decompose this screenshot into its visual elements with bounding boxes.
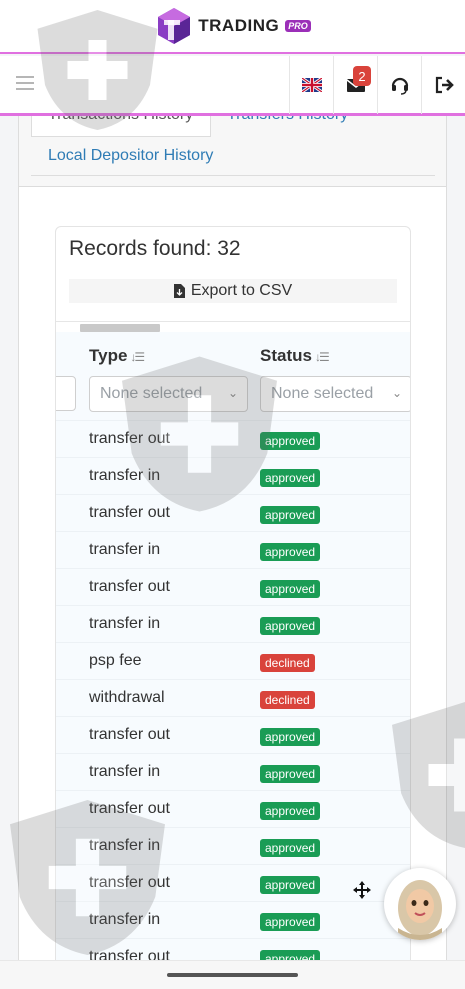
logout-icon [435,76,454,94]
headset-icon [391,77,408,95]
move-arrows-icon[interactable] [352,880,372,900]
history-panel: Transactions History Transfers History L… [18,100,447,971]
row-type: transfer out [89,504,170,521]
message-count-badge: 2 [353,66,371,86]
status-badge: approved [260,839,321,857]
sort-icon: ↓☰ [314,350,330,364]
system-navigation-bar [0,960,465,989]
brand-pro-badge: PRO [285,20,311,32]
row-type: transfer out [89,430,170,447]
row-type: transfer out [89,726,170,743]
row-type: psp fee [89,652,142,669]
horizontal-scrollbar[interactable] [80,324,160,332]
assistant-avatar-icon [398,880,442,940]
table-row[interactable]: transfer in approved [56,827,410,864]
status-filter-select[interactable]: None selected ⌄ [260,376,410,412]
row-type: transfer out [89,578,170,595]
brand-header: TRADING PRO [0,0,465,54]
table-row[interactable]: transfer in approved [56,901,410,938]
table-row[interactable]: transfer out approved [56,420,410,457]
uk-flag-icon [301,78,322,92]
file-export-icon [173,284,185,298]
table-row[interactable]: transfer in approved [56,457,410,494]
status-badge: approved [260,543,321,561]
type-filter-select[interactable]: None selected ⌄ [89,376,248,412]
nav-actions: 2 [289,56,465,114]
sort-icon: ↓☰ [130,350,145,364]
home-indicator[interactable] [167,973,298,977]
row-type: transfer in [89,615,161,632]
row-type: withdrawal [89,689,165,706]
status-badge: approved [260,469,321,487]
column-header-type[interactable]: Type ↓☰ [89,346,145,366]
language-button[interactable] [289,56,333,114]
table-row[interactable]: transfer out approved [56,790,410,827]
menu-icon[interactable] [16,76,34,90]
logout-button[interactable] [421,56,465,114]
logo-cube-icon [158,8,191,44]
row-type: transfer in [89,467,161,484]
tab-local-depositor-history[interactable]: Local Depositor History [48,147,213,165]
status-badge: approved [260,765,321,783]
export-csv-button[interactable]: Export to CSV [69,279,397,303]
row-type: transfer in [89,541,161,558]
table-row[interactable]: transfer in approved [56,753,410,790]
messages-button[interactable]: 2 [333,56,377,114]
support-button[interactable] [377,56,421,114]
nav-bar: 2 [0,56,465,116]
status-badge: declined [260,691,315,709]
status-badge: approved [260,876,321,894]
records-count: Records found: 32 [69,237,241,260]
records-card: Records found: 32 Export to CSV Type ↓☰ S… [55,226,411,971]
row-type: transfer in [89,911,161,928]
row-type: transfer out [89,874,170,891]
card-divider [56,321,410,322]
column-header-status[interactable]: Status ↓☰ [260,346,330,366]
brand-logo[interactable]: TRADING PRO [154,6,311,46]
row-type: transfer in [89,837,161,854]
row-type: transfer out [89,800,170,817]
table-row[interactable]: psp fee declined [56,642,410,679]
brand-name: TRADING [198,16,280,35]
status-badge: approved [260,580,321,598]
status-badge: approved [260,432,321,450]
status-badge: approved [260,617,321,635]
table-row[interactable]: transfer in approved [56,605,410,642]
tabs-divider [31,175,435,176]
status-badge: approved [260,506,321,524]
transactions-table: Type ↓☰ Status ↓☰ None selected ⌄ None sel… [56,332,410,970]
status-badge: approved [260,802,321,820]
table-row[interactable]: transfer out approved [56,568,410,605]
status-badge: approved [260,913,321,931]
export-csv-label: Export to CSV [190,282,293,299]
table-row[interactable]: transfer in approved [56,531,410,568]
status-badge: approved [260,728,321,746]
column-filter-previous[interactable] [56,376,76,411]
chevron-down-icon: ⌄ [391,386,402,400]
table-row[interactable]: transfer out approved [56,716,410,753]
status-badge: declined [260,654,315,672]
row-type: transfer in [89,763,161,780]
table-row[interactable]: transfer out approved [56,494,410,531]
table-row[interactable]: withdrawal declined [56,679,410,716]
chat-assistant-avatar[interactable] [384,868,456,940]
chevron-down-icon: ⌄ [227,386,238,400]
